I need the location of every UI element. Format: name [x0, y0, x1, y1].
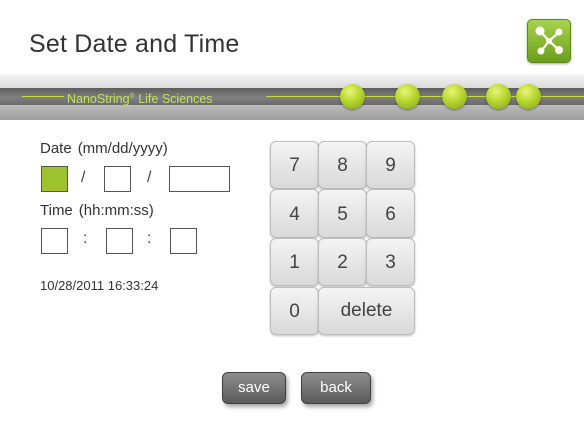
save-button[interactable]: save — [222, 372, 286, 404]
key-7[interactable]: 7 — [270, 141, 319, 189]
key-9[interactable]: 9 — [366, 141, 415, 189]
key-8[interactable]: 8 — [318, 141, 367, 189]
progress-dot-1 — [340, 84, 365, 109]
network-nodes-icon[interactable] — [527, 19, 571, 63]
time-separator-1: : — [83, 230, 88, 247]
back-button[interactable]: back — [301, 372, 371, 404]
page-title: Set Date and Time — [29, 30, 240, 58]
date-format-hint: (mm/dd/yyyy) — [77, 140, 168, 157]
key-2[interactable]: 2 — [318, 238, 367, 286]
key-3[interactable]: 3 — [366, 238, 415, 286]
time-format-hint: (hh:mm:ss) — [78, 202, 154, 219]
time-hours-field[interactable] — [41, 228, 68, 254]
date-label-text: Date — [40, 140, 72, 157]
progress-dot-5 — [516, 84, 541, 109]
key-0[interactable]: 0 — [270, 287, 319, 335]
time-separator-2: : — [147, 230, 152, 247]
date-month-field[interactable] — [41, 166, 68, 192]
time-label: Time (hh:mm:ss) — [40, 202, 154, 219]
date-separator-2: / — [147, 169, 152, 186]
key-6[interactable]: 6 — [366, 189, 415, 238]
time-minutes-field[interactable] — [106, 228, 133, 254]
brand-text: NanoString® Life Sciences — [67, 89, 213, 107]
key-4[interactable]: 4 — [270, 189, 319, 238]
brand-name: NanoString — [67, 92, 130, 107]
date-separator-1: / — [81, 169, 86, 186]
key-1[interactable]: 1 — [270, 238, 319, 286]
key-5[interactable]: 5 — [318, 189, 367, 238]
brand-suffix: Life Sciences — [138, 92, 213, 107]
current-datetime: 10/28/2011 16:33:24 — [40, 278, 159, 293]
banner-line-left — [22, 96, 64, 97]
progress-dot-4 — [486, 84, 511, 109]
date-year-field[interactable] — [169, 166, 230, 192]
time-seconds-field[interactable] — [170, 228, 197, 254]
date-label: Date (mm/dd/yyyy) — [40, 140, 168, 157]
progress-dot-2 — [395, 84, 420, 109]
delete-button[interactable]: delete — [318, 287, 415, 335]
date-day-field[interactable] — [104, 166, 131, 192]
progress-dot-3 — [442, 84, 467, 109]
time-label-text: Time — [40, 202, 73, 219]
registered-mark: ® — [129, 93, 135, 100]
